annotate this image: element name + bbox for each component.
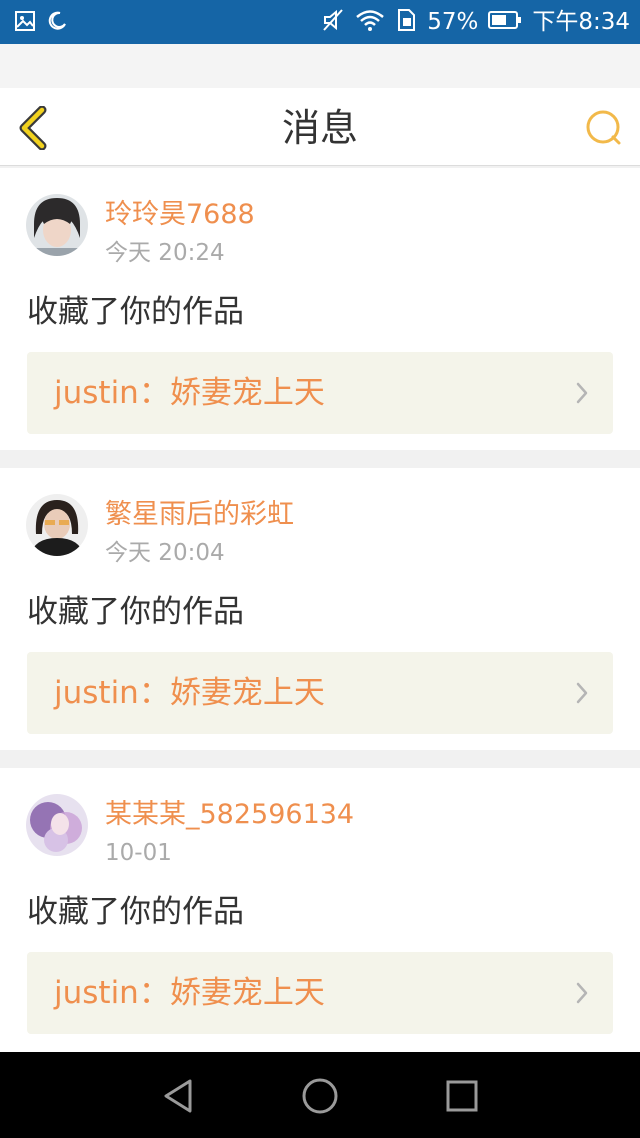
mute-icon [321, 7, 345, 37]
timestamp: 今天 20:04 [105, 540, 225, 566]
recents-square-icon [446, 1080, 478, 1112]
avatar[interactable] [26, 794, 88, 856]
status-bar: 57% 下午8:34 [0, 0, 640, 44]
sim-icon [395, 7, 417, 37]
action-text: 收藏了你的作品 [27, 894, 244, 930]
chevron-right-icon [575, 381, 589, 409]
battery-icon [488, 10, 522, 34]
timestamp: 今天 20:24 [105, 240, 225, 266]
work-title: justin：娇妻宠上天 [54, 675, 325, 711]
battery-percent: 57% [427, 9, 479, 35]
nav-recents-button[interactable] [442, 1076, 482, 1116]
chevron-right-icon [575, 681, 589, 709]
message-card[interactable]: 某某某_582596134 10-01 收藏了你的作品 justin：娇妻宠上天 [0, 768, 640, 1052]
page-title: 消息 [281, 106, 358, 150]
avatar[interactable] [26, 194, 88, 256]
avatar[interactable] [26, 494, 88, 556]
action-text: 收藏了你的作品 [27, 294, 244, 330]
home-circle-icon [302, 1078, 338, 1114]
username[interactable]: 某某某_582596134 [105, 798, 354, 832]
nav-home-button[interactable] [300, 1076, 340, 1116]
action-text: 收藏了你的作品 [27, 594, 244, 630]
system-nav-bar [0, 1052, 640, 1138]
moon-icon [46, 10, 68, 36]
username[interactable]: 繁星雨后的彩虹 [105, 498, 294, 532]
message-card[interactable]: 繁星雨后的彩虹 今天 20:04 收藏了你的作品 justin：娇妻宠上天 [0, 468, 640, 750]
message-card[interactable]: 玲玲昊7688 今天 20:24 收藏了你的作品 justin：娇妻宠上天 [0, 168, 640, 450]
work-title: justin：娇妻宠上天 [54, 375, 325, 411]
app-header: 消息 [0, 88, 640, 166]
search-icon [586, 110, 621, 145]
work-link[interactable]: justin：娇妻宠上天 [27, 952, 613, 1034]
work-link[interactable]: justin：娇妻宠上天 [27, 652, 613, 734]
nav-back-button[interactable] [158, 1076, 198, 1116]
gallery-icon [14, 10, 36, 36]
toolbar-spacer [0, 44, 640, 88]
timestamp: 10-01 [105, 840, 172, 866]
search-button[interactable] [584, 108, 624, 148]
work-title: justin：娇妻宠上天 [54, 975, 325, 1011]
chevron-right-icon [575, 981, 589, 1009]
back-triangle-icon [164, 1079, 192, 1113]
status-time: 下午8:34 [532, 9, 630, 35]
work-link[interactable]: justin：娇妻宠上天 [27, 352, 613, 434]
wifi-icon [355, 8, 385, 36]
username[interactable]: 玲玲昊7688 [105, 198, 255, 232]
